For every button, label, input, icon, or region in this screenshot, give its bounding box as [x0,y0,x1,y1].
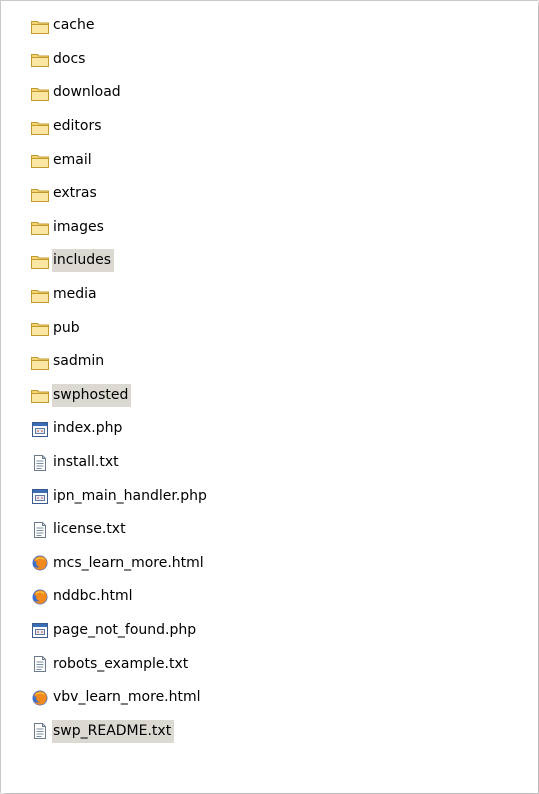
folder-item[interactable]: docs [30,43,210,77]
item-label: sadmin [53,353,105,370]
item-label: swp_README.txt [52,719,175,743]
firefox-html-icon [30,688,50,708]
item-label: ipn_main_handler.php [53,487,207,504]
file-item[interactable]: index.php [30,412,210,446]
folder-icon [30,117,50,137]
file-item[interactable]: swp_README.txt [30,714,210,748]
item-label: docs [53,50,86,67]
file-item[interactable]: page_not_found.php [30,614,210,648]
item-label: swphosted [52,383,132,407]
text-file-icon [30,520,50,540]
file-list: cache docs download editors email extras image… [30,9,210,748]
folder-item[interactable]: editors [30,110,210,144]
folder-icon [30,385,50,405]
item-label: download [53,84,121,101]
folder-item[interactable]: extras [30,177,210,211]
file-item[interactable]: mcs_learn_more.html [30,547,210,581]
item-label: mcs_learn_more.html [53,554,204,571]
folder-item[interactable]: swphosted [30,379,210,413]
file-item[interactable]: nddbc.html [30,580,210,614]
item-label: media [53,286,97,303]
text-file-icon [30,721,50,741]
item-label: pub [53,319,80,336]
folder-icon [30,150,50,170]
item-label: cache [53,17,95,34]
text-file-icon [30,654,50,674]
file-item[interactable]: ipn_main_handler.php [30,479,210,513]
item-label: extras [53,185,97,202]
file-item[interactable]: license.txt [30,513,210,547]
folder-item[interactable]: includes [30,244,210,278]
item-label: robots_example.txt [53,655,189,672]
folder-item[interactable]: sadmin [30,345,210,379]
item-label: includes [52,249,115,273]
file-list-panel: cache docs download editors email extras image… [0,0,538,793]
folder-icon [30,83,50,103]
item-label: images [53,218,104,235]
php-file-icon [30,620,50,640]
folder-item[interactable]: download [30,76,210,110]
text-file-icon [30,453,50,473]
file-item[interactable]: robots_example.txt [30,647,210,681]
folder-icon [30,16,50,36]
file-item[interactable]: vbv_learn_more.html [30,681,210,715]
folder-icon [30,49,50,69]
folder-item[interactable]: pub [30,311,210,345]
item-label: install.txt [53,454,119,471]
folder-item[interactable]: media [30,278,210,312]
folder-icon [30,352,50,372]
firefox-html-icon [30,553,50,573]
php-file-icon [30,419,50,439]
folder-item[interactable]: email [30,143,210,177]
file-item[interactable]: install.txt [30,446,210,480]
folder-item[interactable]: cache [30,9,210,43]
folder-icon [30,251,50,271]
folder-icon [30,318,50,338]
php-file-icon [30,486,50,506]
item-label: nddbc.html [53,588,133,605]
folder-item[interactable]: images [30,211,210,245]
folder-icon [30,285,50,305]
item-label: license.txt [53,521,126,538]
item-label: editors [53,118,102,135]
item-label: page_not_found.php [53,621,197,638]
folder-icon [30,217,50,237]
folder-icon [30,184,50,204]
firefox-html-icon [30,587,50,607]
item-label: index.php [53,420,123,437]
item-label: email [53,151,92,168]
item-label: vbv_learn_more.html [53,689,201,706]
